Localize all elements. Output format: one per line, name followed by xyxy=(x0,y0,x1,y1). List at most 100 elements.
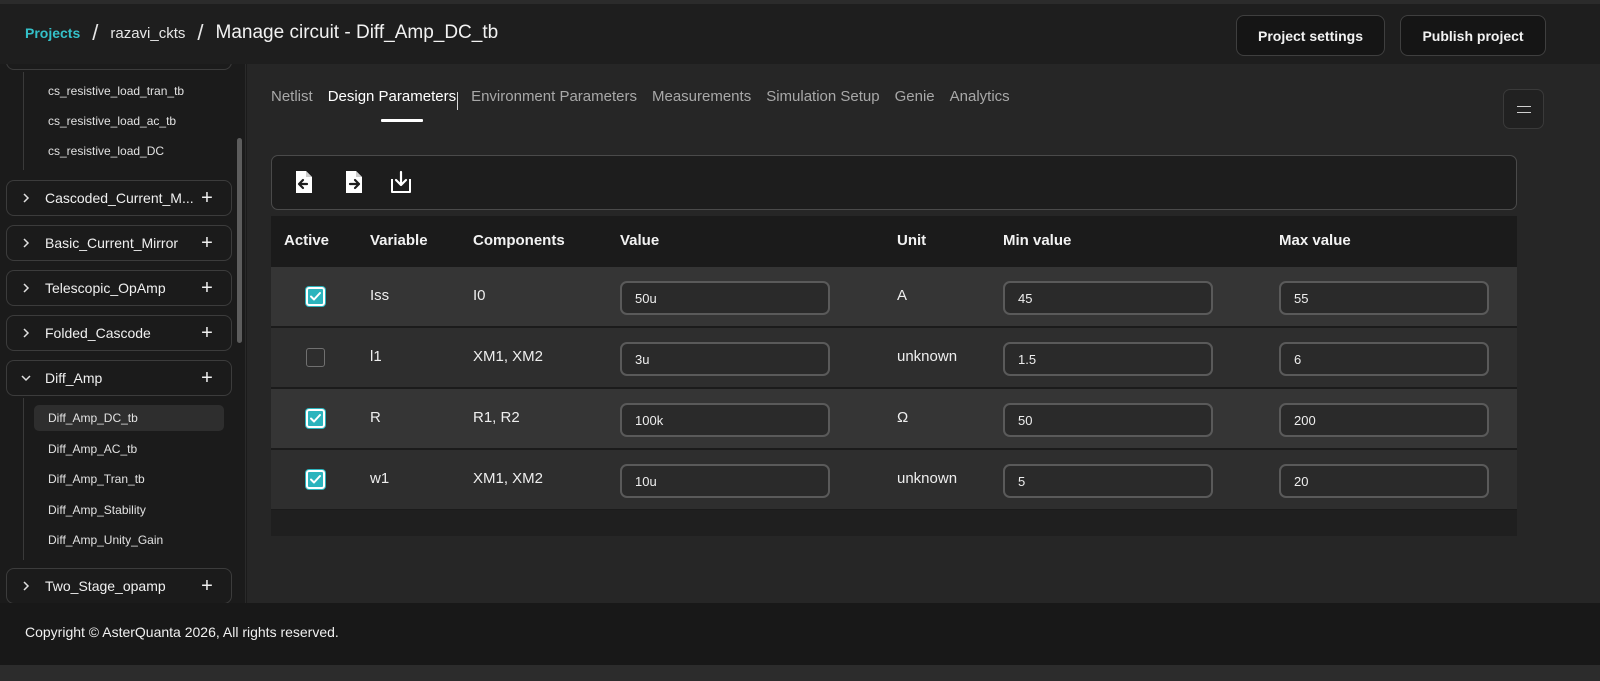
breadcrumb: Projects / razavi_ckts / Manage circuit … xyxy=(25,22,498,44)
unit-cell: Ω xyxy=(897,409,909,426)
chevron-right-icon xyxy=(19,238,33,248)
active-checkbox[interactable] xyxy=(306,409,325,428)
active-checkbox[interactable] xyxy=(306,287,325,306)
add-icon[interactable]: + xyxy=(197,188,217,208)
sidebar-item[interactable]: cs_resistive_load_ac_tb xyxy=(34,108,224,134)
folder-name: Cascoded_Current_M... xyxy=(45,190,194,206)
sidebar-folder-partial[interactable] xyxy=(6,64,232,70)
add-icon[interactable]: + xyxy=(197,278,217,298)
tree-guide-line xyxy=(23,398,24,560)
active-checkbox[interactable] xyxy=(306,348,325,367)
chevron-right-icon xyxy=(19,581,33,591)
max-value-input[interactable]: 6 xyxy=(1279,342,1489,376)
column-header-max-value: Max value xyxy=(1279,232,1351,249)
breadcrumb-projects-link[interactable]: Projects xyxy=(25,25,80,41)
sidebar-item[interactable]: cs_resistive_load_DC xyxy=(34,138,224,164)
bottom-strip xyxy=(0,665,1600,681)
active-checkbox[interactable] xyxy=(306,470,325,489)
max-value-input[interactable]: 200 xyxy=(1279,403,1489,437)
sidebar-scrollbar[interactable] xyxy=(237,138,242,343)
folder-name: Folded_Cascode xyxy=(45,325,151,341)
table-row: l1 XM1, XM2 3u unknown 1.5 6 xyxy=(271,327,1517,387)
folder-name: Two_Stage_opamp xyxy=(45,578,166,594)
publish-project-button[interactable]: Publish project xyxy=(1400,15,1546,56)
components-cell: XM1, XM2 xyxy=(473,348,544,365)
column-header-active: Active xyxy=(284,232,330,249)
sidebar-folder-telescopic-opamp[interactable]: Telescopic_OpAmp + xyxy=(6,270,232,306)
folder-name: Telescopic_OpAmp xyxy=(45,280,166,296)
breadcrumb-separator: / xyxy=(92,20,99,45)
tab-measurements[interactable]: Measurements xyxy=(652,88,751,105)
import-file-icon[interactable] xyxy=(292,169,316,195)
min-value-input[interactable]: 5 xyxy=(1003,464,1213,498)
components-cell: I0 xyxy=(473,287,486,304)
sidebar-item[interactable]: Diff_Amp_Stability xyxy=(34,497,224,523)
components-cell: R1, R2 xyxy=(473,409,520,426)
sidebar-item[interactable]: cs_resistive_load_tran_tb xyxy=(34,78,224,104)
variable-cell: w1 xyxy=(370,470,390,487)
export-file-icon[interactable] xyxy=(342,169,366,195)
tab-design-parameters[interactable]: Design Parameters xyxy=(328,88,456,105)
main-panel: Netlist Design Parameters Environment Pa… xyxy=(247,64,1600,603)
sidebar-item-active[interactable]: Diff_Amp_DC_tb xyxy=(34,405,224,431)
variable-cell: R xyxy=(370,409,381,426)
column-header-variable: Variable xyxy=(370,232,428,249)
add-icon[interactable]: + xyxy=(197,323,217,343)
sidebar-folder-folded-cascode[interactable]: Folded_Cascode + xyxy=(6,315,232,351)
top-header: Projects / razavi_ckts / Manage circuit … xyxy=(0,0,1600,64)
design-parameters-table: Active Variable Components Value Unit Mi… xyxy=(271,216,1517,536)
breadcrumb-project-link[interactable]: razavi_ckts xyxy=(110,25,185,42)
value-input[interactable]: 50u xyxy=(620,281,830,315)
chevron-down-icon xyxy=(19,374,33,382)
column-header-value: Value xyxy=(620,232,660,249)
sidebar: cs_resistive_load_tran_tb cs_resistive_l… xyxy=(0,64,246,603)
sidebar-item[interactable]: Diff_Amp_AC_tb xyxy=(34,436,224,462)
table-row: w1 XM1, XM2 10u unknown 5 20 xyxy=(271,449,1517,509)
active-tab-indicator xyxy=(381,119,423,122)
project-settings-button[interactable]: Project settings xyxy=(1236,15,1385,56)
variable-cell: l1 xyxy=(370,348,382,365)
add-icon[interactable]: + xyxy=(197,368,217,388)
value-input[interactable]: 100k xyxy=(620,403,830,437)
sidebar-folder-two-stage-opamp[interactable]: Two_Stage_opamp + xyxy=(6,568,232,603)
max-value-input[interactable]: 20 xyxy=(1279,464,1489,498)
components-cell: XM1, XM2 xyxy=(473,470,544,487)
min-value-input[interactable]: 45 xyxy=(1003,281,1213,315)
sidebar-item[interactable]: Diff_Amp_Unity_Gain xyxy=(34,527,224,553)
tab-genie[interactable]: Genie xyxy=(895,88,935,105)
tab-netlist[interactable]: Netlist xyxy=(271,88,313,105)
add-icon[interactable]: + xyxy=(197,576,217,596)
column-header-components: Components xyxy=(473,232,565,249)
value-input[interactable]: 10u xyxy=(620,464,830,498)
chevron-right-icon xyxy=(19,193,33,203)
folder-name: Basic_Current_Mirror xyxy=(45,235,179,251)
max-value-input[interactable]: 55 xyxy=(1279,281,1489,315)
sidebar-folder-basic-current-mirror[interactable]: Basic_Current_Mirror + xyxy=(6,225,232,261)
chevron-right-icon xyxy=(19,328,33,338)
unit-cell: unknown xyxy=(897,348,958,365)
unit-cell: A xyxy=(897,287,908,304)
unit-cell: unknown xyxy=(897,470,958,487)
tab-bar: Netlist Design Parameters Environment Pa… xyxy=(271,88,1025,105)
table-row: Iss I0 50u A 45 55 xyxy=(271,266,1517,326)
tab-analytics[interactable]: Analytics xyxy=(950,88,1010,105)
sidebar-folder-diff-amp[interactable]: Diff_Amp + xyxy=(6,360,232,396)
sidebar-folder-cascoded-current-mirror[interactable]: Cascoded_Current_M... + xyxy=(6,180,232,216)
min-value-input[interactable]: 50 xyxy=(1003,403,1213,437)
menu-button[interactable] xyxy=(1503,89,1544,129)
tab-environment-parameters[interactable]: Environment Parameters xyxy=(471,88,637,105)
table-row: R R1, R2 100k Ω 50 200 xyxy=(271,388,1517,448)
table-header: Active Variable Components Value Unit Mi… xyxy=(271,216,1517,266)
table-footer xyxy=(271,510,1517,536)
add-icon[interactable]: + xyxy=(197,233,217,253)
tab-simulation-setup[interactable]: Simulation Setup xyxy=(766,88,879,105)
tree-guide-line xyxy=(23,72,24,170)
download-icon[interactable] xyxy=(389,169,413,195)
parameters-toolbar xyxy=(271,155,1517,210)
min-value-input[interactable]: 1.5 xyxy=(1003,342,1213,376)
column-header-unit: Unit xyxy=(897,232,927,249)
column-header-min-value: Min value xyxy=(1003,232,1072,249)
sidebar-item[interactable]: Diff_Amp_Tran_tb xyxy=(34,466,224,492)
value-input[interactable]: 3u xyxy=(620,342,830,376)
breadcrumb-separator: / xyxy=(197,20,204,45)
